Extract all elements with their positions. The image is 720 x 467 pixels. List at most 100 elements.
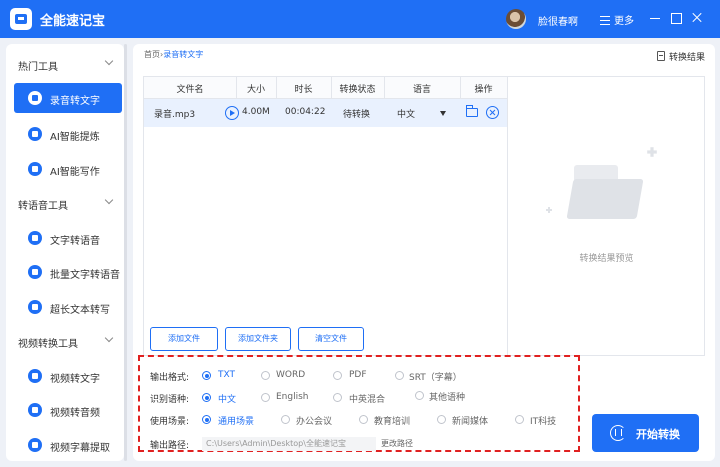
sidebar-item-audio-to-text[interactable]: 录音转文字 <box>14 83 122 113</box>
title-bar: 全能速记宝 脸很春啊 更多 <box>0 0 720 38</box>
format-txt-label[interactable]: TXT <box>218 370 235 380</box>
language-english-label[interactable]: English <box>276 392 309 402</box>
scene-it-label[interactable]: IT科技 <box>530 414 556 427</box>
scene-office-label[interactable]: 办公会议 <box>296 414 332 427</box>
sidebar-scrollbar[interactable] <box>124 44 127 461</box>
format-pdf-radio[interactable] <box>333 371 342 380</box>
file-size: 4.00M <box>242 107 270 117</box>
language-select-value: 中文 <box>397 110 416 120</box>
scene-office-radio[interactable] <box>281 415 290 424</box>
file-duration: 00:04:22 <box>285 107 326 117</box>
avatar[interactable] <box>506 9 526 29</box>
more-menu-button[interactable]: 更多 <box>600 12 634 27</box>
table-row[interactable]: 录音.mp3 4.00M 00:04:22 待转换 中文 <box>144 99 507 127</box>
sidebar-item-label: 视频转音频 <box>50 408 100 419</box>
minimize-button[interactable] <box>647 10 663 26</box>
scene-news-label[interactable]: 新闻媒体 <box>452 414 488 427</box>
result-preview: 转换结果预览 <box>508 76 705 356</box>
username[interactable]: 脸很春啊 <box>538 13 578 28</box>
section-title: 视频转换工具 <box>18 339 78 350</box>
sidebar-section-hot-tools[interactable]: 热门工具 <box>6 54 124 74</box>
column-language: 语言 <box>412 85 431 95</box>
format-pdf-label[interactable]: PDF <box>349 370 367 380</box>
folder-icon[interactable] <box>466 105 478 117</box>
file-list[interactable]: 文件名 大小 时长 转换状态 语言 操作 录音.mp3 4.00M 00:04:… <box>143 76 508 356</box>
sidebar-item-text-to-speech[interactable]: 文字转语音 <box>14 223 122 253</box>
scene-general-radio[interactable] <box>202 415 211 424</box>
batch-speech-icon <box>28 265 42 279</box>
language-chinese-label[interactable]: 中文 <box>218 392 236 405</box>
conversion-results-link[interactable]: 转换结果 <box>656 50 705 63</box>
start-conversion-label: 开始转换 <box>636 428 680 441</box>
sidebar-item-label: 超长文本转写 <box>50 305 110 316</box>
output-path-field[interactable]: C:\Users\Admin\Desktop\全能速记宝 <box>202 437 376 451</box>
language-mixed-label[interactable]: 中英混合 <box>349 392 385 405</box>
sidebar-item-ai-writing[interactable]: AI智能写作 <box>14 154 122 184</box>
sidebar-item-video-to-audio[interactable]: 视频转音频 <box>14 395 122 425</box>
convert-icon <box>610 425 626 441</box>
column-filename: 文件名 <box>176 85 204 95</box>
language-english-radio[interactable] <box>261 393 270 402</box>
table-header: 文件名 大小 时长 转换状态 语言 操作 <box>144 77 507 99</box>
long-text-icon <box>28 300 42 314</box>
breadcrumb-home[interactable]: 首页 <box>144 50 160 59</box>
menu-icon <box>600 16 610 25</box>
format-srt-radio[interactable] <box>395 371 404 380</box>
ai-extract-icon <box>28 127 42 141</box>
column-duration: 时长 <box>294 85 313 95</box>
start-conversion-button[interactable]: 开始转换 <box>592 414 699 452</box>
conversion-results-label: 转换结果 <box>668 53 705 63</box>
chevron-down-icon <box>104 333 114 343</box>
remove-icon[interactable] <box>486 106 499 119</box>
sidebar-item-label: AI智能提炼 <box>50 132 100 143</box>
sidebar-section-voice-tools[interactable]: 转语音工具 <box>6 193 124 213</box>
sidebar-item-label: 视频字幕提取 <box>50 443 110 454</box>
sidebar-item-video-to-text[interactable]: 视频转文字 <box>14 361 122 391</box>
scene-education-radio[interactable] <box>359 415 368 424</box>
add-file-button[interactable]: 添加文件 <box>150 327 218 351</box>
format-txt-radio[interactable] <box>202 371 211 380</box>
language-other-radio[interactable] <box>415 391 424 400</box>
preview-placeholder: 转换结果预览 <box>579 254 634 264</box>
video-to-text-icon <box>28 369 42 383</box>
format-srt-label[interactable]: SRT（字幕） <box>409 370 462 383</box>
sidebar-item-ai-extract[interactable]: AI智能提炼 <box>14 119 122 149</box>
sparkle-icon <box>546 207 552 213</box>
sparkle-icon <box>647 147 657 157</box>
scene-education-label[interactable]: 教育培训 <box>374 414 410 427</box>
play-icon[interactable] <box>225 106 239 120</box>
sidebar-section-video-tools[interactable]: 视频转换工具 <box>6 331 124 351</box>
scene-it-radio[interactable] <box>515 415 524 424</box>
column-actions: 操作 <box>474 85 493 95</box>
scene-general-label[interactable]: 通用场景 <box>218 414 254 427</box>
sidebar-item-batch-text-to-speech[interactable]: 批量文字转语音 <box>14 257 122 287</box>
conversion-options: 输出格式: TXT WORD PDF SRT（字幕） 识别语种: 中文 Engl… <box>138 355 580 452</box>
language-other-label[interactable]: 其他语种 <box>429 390 465 403</box>
format-word-radio[interactable] <box>261 371 270 380</box>
language-mixed-radio[interactable] <box>333 393 342 402</box>
video-to-audio-icon <box>28 403 42 417</box>
maximize-button[interactable] <box>668 10 684 26</box>
sidebar-item-label: 文字转语音 <box>50 236 100 247</box>
change-path-button[interactable]: 更改路径 <box>381 438 413 449</box>
sidebar-item-label: 批量文字转语音 <box>50 270 120 281</box>
recognition-language-label: 识别语种: <box>150 395 190 405</box>
add-folder-button[interactable]: 添加文件夹 <box>225 327 291 351</box>
format-word-label[interactable]: WORD <box>276 370 305 380</box>
file-name: 录音.mp3 <box>154 110 196 120</box>
language-chinese-radio[interactable] <box>202 393 211 402</box>
text-to-speech-icon <box>28 231 42 245</box>
ai-writing-icon <box>28 162 42 176</box>
subtitle-icon <box>28 438 42 452</box>
sidebar-item-long-text[interactable]: 超长文本转写 <box>14 292 122 322</box>
scene-news-radio[interactable] <box>437 415 446 424</box>
clear-files-button[interactable]: 清空文件 <box>298 327 364 351</box>
language-select[interactable]: 中文 <box>384 106 454 120</box>
sidebar-item-subtitle-extract[interactable]: 视频字幕提取 <box>14 430 122 460</box>
sidebar-item-label: AI智能写作 <box>50 167 100 178</box>
chevron-down-icon <box>104 195 114 205</box>
sidebar: 热门工具 录音转文字 AI智能提炼 AI智能写作 转语音工具 文字转语音 批量文… <box>6 44 124 461</box>
output-format-label: 输出格式: <box>150 373 190 383</box>
column-status: 转换状态 <box>339 85 376 95</box>
close-button[interactable] <box>689 10 705 26</box>
